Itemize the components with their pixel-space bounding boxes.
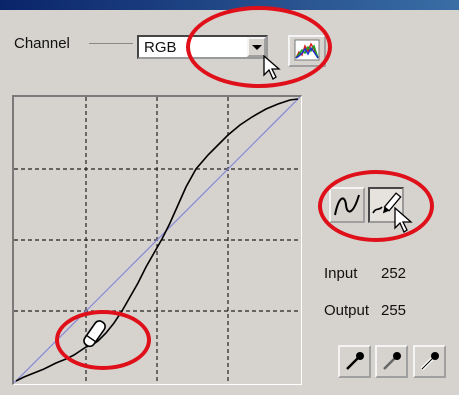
white-point-eyedropper-icon	[420, 352, 439, 371]
input-label: Input	[324, 265, 358, 282]
white-point-eyedropper-button[interactable]	[413, 345, 446, 378]
channel-separator-line	[89, 43, 133, 44]
output-value: 255	[381, 302, 407, 319]
output-label: Output	[324, 302, 370, 319]
highlight-ring-handle	[55, 310, 151, 370]
input-value: 252	[381, 265, 407, 282]
channel-select-value: RGB	[144, 39, 177, 56]
gray-point-eyedropper-icon	[383, 352, 401, 370]
highlight-ring-tools	[318, 170, 434, 242]
highlight-ring-channel	[186, 6, 332, 88]
gray-point-eyedropper-button[interactable]	[375, 345, 408, 378]
black-point-eyedropper-icon	[346, 352, 364, 370]
black-point-eyedropper-button[interactable]	[338, 345, 371, 378]
channel-label: Channel	[14, 35, 70, 52]
